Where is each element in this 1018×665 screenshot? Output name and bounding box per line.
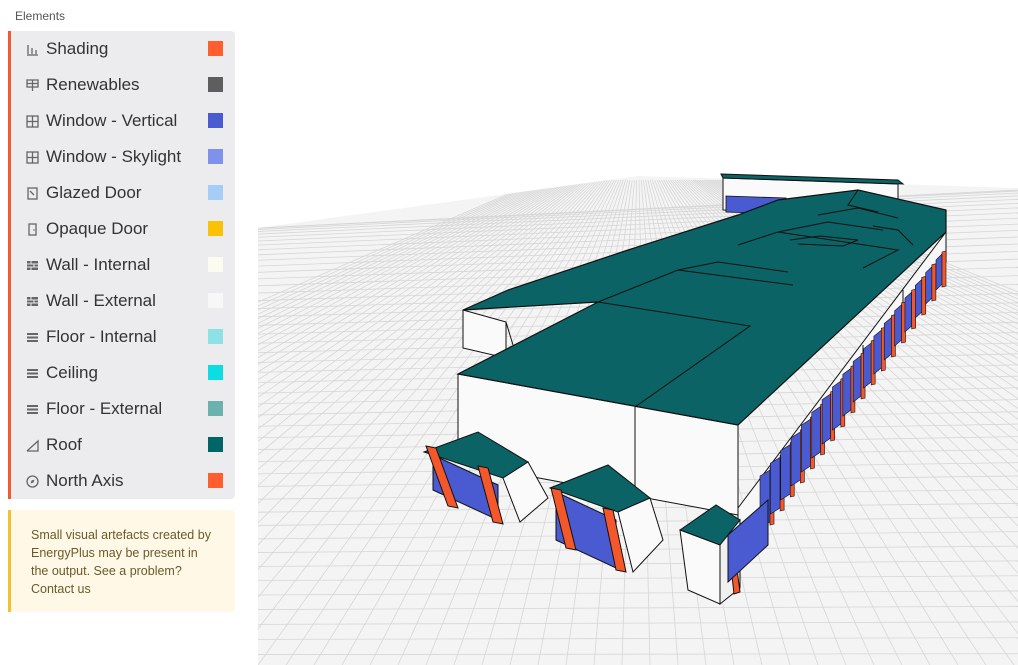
floor-icon: [25, 366, 39, 380]
opaque-door-icon: [25, 222, 39, 236]
window-icon: [25, 150, 39, 164]
panel-title: Elements: [15, 9, 66, 23]
legend-item-label: Floor - External: [46, 399, 163, 418]
color-swatch[interactable]: [208, 257, 223, 272]
3d-viewport[interactable]: [258, 0, 1018, 665]
color-swatch[interactable]: [208, 77, 223, 92]
legend-item-label: Glazed Door: [46, 183, 142, 202]
color-swatch[interactable]: [208, 401, 223, 416]
artefacts-notice: Small visual artefacts created by Energy…: [8, 510, 235, 612]
legend-item-roof[interactable]: Roof: [11, 427, 235, 463]
floor-icon: [25, 402, 39, 416]
legend-item-opaque-door[interactable]: Opaque Door: [11, 211, 235, 247]
window-icon: [25, 114, 39, 128]
wall-icon: [25, 294, 39, 308]
legend-item-label: Roof: [46, 435, 82, 454]
legend-item-glazed-door[interactable]: Glazed Door: [11, 175, 235, 211]
legend-item-label: Ceiling: [46, 363, 98, 382]
legend-item-label: North Axis: [46, 471, 124, 490]
color-swatch[interactable]: [208, 293, 223, 308]
legend-item-label: Wall - External: [46, 291, 156, 310]
color-swatch[interactable]: [208, 473, 223, 488]
legend-item-label: Renewables: [46, 75, 140, 94]
legend-item-floor-external[interactable]: Floor - External: [11, 391, 235, 427]
legend-item-north-axis[interactable]: North Axis: [11, 463, 235, 499]
color-swatch[interactable]: [208, 185, 223, 200]
glazed-door-icon: [25, 186, 39, 200]
legend-item-shading[interactable]: Shading: [11, 31, 235, 67]
legend-item-label: Wall - Internal: [46, 255, 151, 274]
legend-item-label: Window - Skylight: [46, 147, 182, 166]
color-swatch[interactable]: [208, 149, 223, 164]
legend-item-wall-internal[interactable]: Wall - Internal: [11, 247, 235, 283]
wall-icon: [25, 258, 39, 272]
legend-item-window-skylight[interactable]: Window - Skylight: [11, 139, 235, 175]
legend-item-window-vertical[interactable]: Window - Vertical: [11, 103, 235, 139]
legend-item-floor-internal[interactable]: Floor - Internal: [11, 319, 235, 355]
shading-icon: [25, 42, 39, 56]
app-page: Elements Shading Renewables Window - Verti…: [0, 0, 1018, 665]
legend-item-label: Window - Vertical: [46, 111, 178, 130]
legend-item-label: Floor - Internal: [46, 327, 157, 346]
compass-icon: [25, 474, 39, 488]
building-scene[interactable]: [258, 0, 1018, 665]
legend-item-label: Opaque Door: [46, 219, 149, 238]
legend-item-renewables[interactable]: Renewables: [11, 67, 235, 103]
elements-legend: Shading Renewables Window - Vertical Window…: [8, 31, 235, 499]
color-swatch[interactable]: [208, 113, 223, 128]
notice-text: Small visual artefacts created by Energy…: [31, 528, 211, 596]
legend-item-label: Shading: [46, 39, 109, 58]
color-swatch[interactable]: [208, 329, 223, 344]
renewables-icon: [25, 78, 39, 92]
legend-item-wall-external[interactable]: Wall - External: [11, 283, 235, 319]
legend-item-ceiling[interactable]: Ceiling: [11, 355, 235, 391]
color-swatch[interactable]: [208, 221, 223, 236]
color-swatch[interactable]: [208, 437, 223, 452]
color-swatch[interactable]: [208, 365, 223, 380]
color-swatch[interactable]: [208, 41, 223, 56]
roof-icon: [25, 438, 39, 452]
floor-icon: [25, 330, 39, 344]
